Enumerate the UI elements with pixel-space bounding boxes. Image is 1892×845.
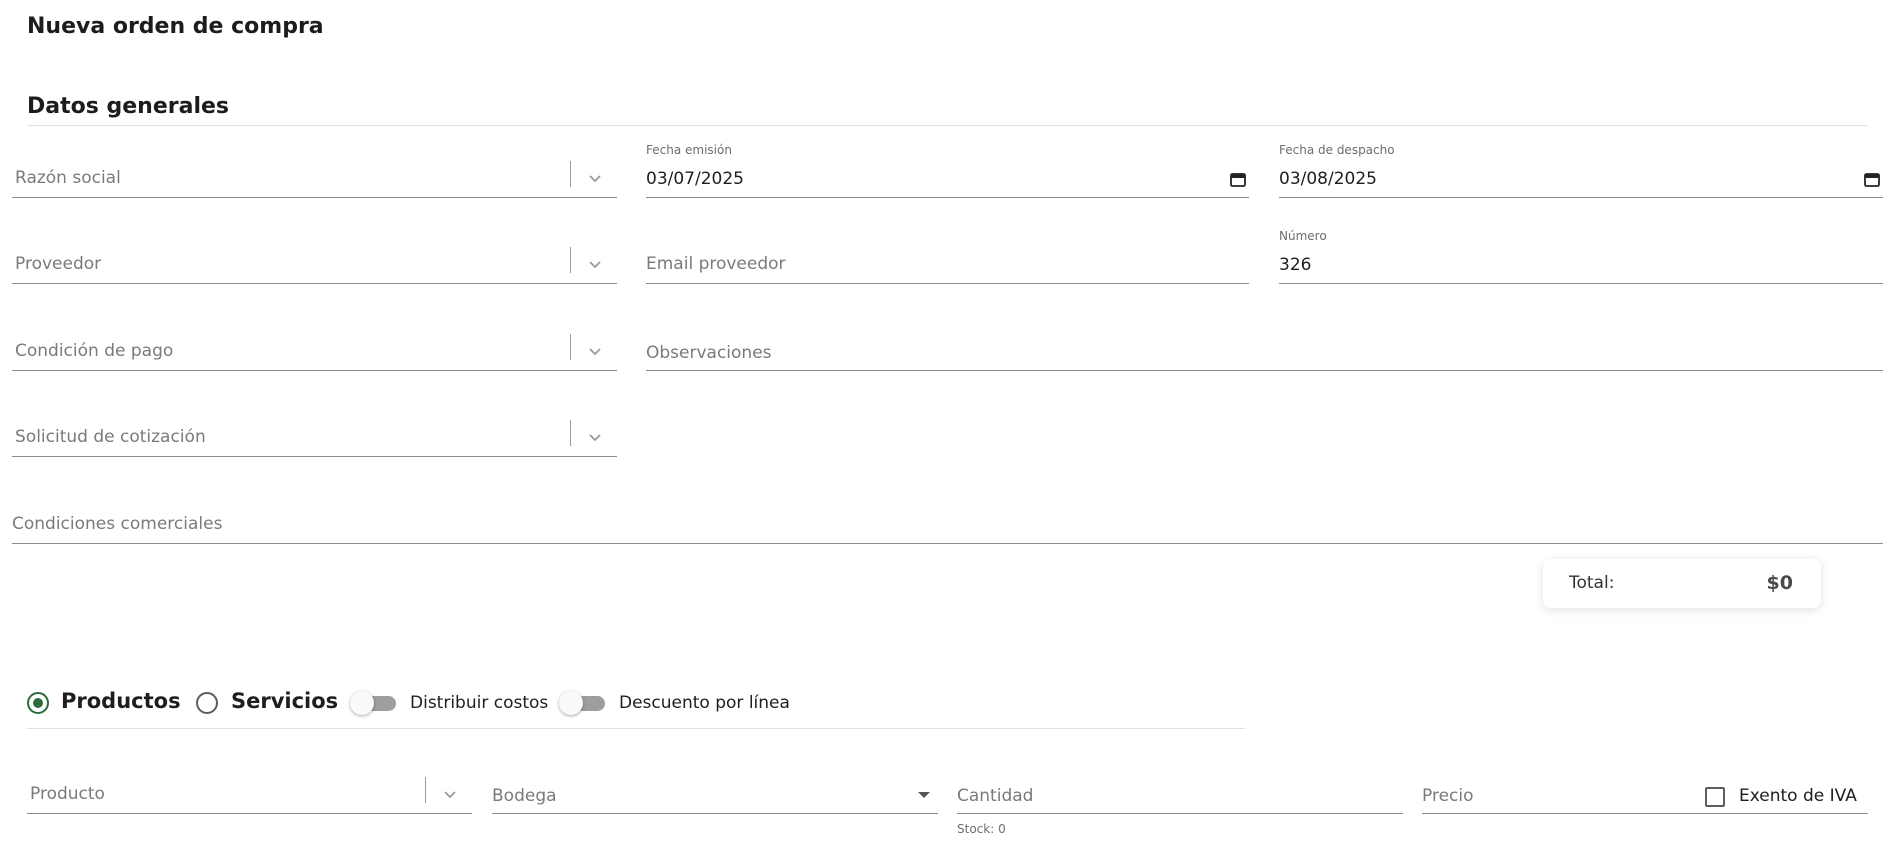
total-amount: $0 xyxy=(1766,572,1793,594)
total-card: Total: $0 xyxy=(1543,559,1821,608)
observaciones-placeholder: Observaciones xyxy=(646,343,772,363)
producto-select[interactable]: Producto xyxy=(27,766,472,814)
bodega-placeholder: Bodega xyxy=(492,786,557,806)
observaciones-field[interactable]: Observaciones xyxy=(646,323,1883,371)
numero-field[interactable]: Número 326 xyxy=(1279,229,1883,284)
calendar-icon[interactable] xyxy=(1229,170,1247,188)
productos-label[interactable]: Productos xyxy=(61,689,181,713)
productos-radio[interactable] xyxy=(27,692,49,714)
servicios-label[interactable]: Servicios xyxy=(231,689,338,713)
solicitud-cotizacion-select[interactable]: Solicitud de cotización xyxy=(12,409,617,457)
page-title: Nueva orden de compra xyxy=(27,14,324,39)
select-separator xyxy=(570,247,571,273)
distribuir-costos-label: Distribuir costos xyxy=(410,693,549,713)
razon-social-placeholder: Razón social xyxy=(15,168,121,188)
precio-placeholder: Precio xyxy=(1422,786,1474,806)
numero-label: Número xyxy=(1279,229,1327,243)
chevron-down-icon[interactable] xyxy=(587,170,603,186)
select-separator xyxy=(570,334,571,360)
calendar-icon[interactable] xyxy=(1863,170,1881,188)
distribuir-costos-toggle[interactable] xyxy=(350,691,396,715)
condicion-pago-select[interactable]: Condición de pago xyxy=(12,323,617,371)
select-separator xyxy=(425,777,426,803)
toggle-knob xyxy=(559,691,583,715)
stock-helper-text: Stock: 0 xyxy=(957,822,1006,836)
solicitud-cotizacion-placeholder: Solicitud de cotización xyxy=(15,427,206,447)
fecha-despacho-field[interactable]: Fecha de despacho 03/08/2025 xyxy=(1279,143,1883,198)
fecha-emision-field[interactable]: Fecha emisión 03/07/2025 xyxy=(646,143,1249,198)
proveedor-placeholder: Proveedor xyxy=(15,254,102,274)
mode-divider xyxy=(27,728,1245,729)
section-divider xyxy=(27,125,1867,126)
proveedor-select[interactable]: Proveedor xyxy=(12,236,617,284)
producto-placeholder: Producto xyxy=(30,784,105,804)
chevron-down-icon[interactable] xyxy=(587,256,603,272)
condiciones-comerciales-placeholder: Condiciones comerciales xyxy=(12,514,223,534)
exento-iva-checkbox[interactable] xyxy=(1705,787,1725,807)
fecha-despacho-label: Fecha de despacho xyxy=(1279,143,1395,157)
cantidad-placeholder: Cantidad xyxy=(957,786,1034,806)
numero-value: 326 xyxy=(1279,255,1312,275)
dropdown-arrow-icon[interactable] xyxy=(918,792,930,798)
chevron-down-icon[interactable] xyxy=(587,343,603,359)
chevron-down-icon[interactable] xyxy=(587,429,603,445)
descuento-linea-toggle[interactable] xyxy=(559,691,605,715)
select-separator xyxy=(570,161,571,187)
condiciones-comerciales-field[interactable]: Condiciones comerciales xyxy=(12,496,1883,544)
fecha-emision-label: Fecha emisión xyxy=(646,143,732,157)
descuento-linea-label: Descuento por línea xyxy=(619,693,790,713)
bodega-select[interactable]: Bodega xyxy=(492,766,938,814)
select-separator xyxy=(570,420,571,446)
exento-iva-label[interactable]: Exento de IVA xyxy=(1739,786,1857,806)
condicion-pago-placeholder: Condición de pago xyxy=(15,341,174,361)
servicios-radio[interactable] xyxy=(196,692,218,714)
fecha-emision-value: 03/07/2025 xyxy=(646,169,744,189)
fecha-despacho-value: 03/08/2025 xyxy=(1279,169,1377,189)
toggle-knob xyxy=(350,691,374,715)
chevron-down-icon[interactable] xyxy=(442,786,458,802)
section-title-datos-generales: Datos generales xyxy=(27,94,229,119)
cantidad-field[interactable]: Cantidad xyxy=(957,766,1403,814)
total-label: Total: xyxy=(1569,573,1615,593)
email-proveedor-field[interactable]: Email proveedor xyxy=(646,236,1249,284)
razon-social-select[interactable]: Razón social xyxy=(12,150,617,198)
email-proveedor-placeholder: Email proveedor xyxy=(646,254,786,274)
